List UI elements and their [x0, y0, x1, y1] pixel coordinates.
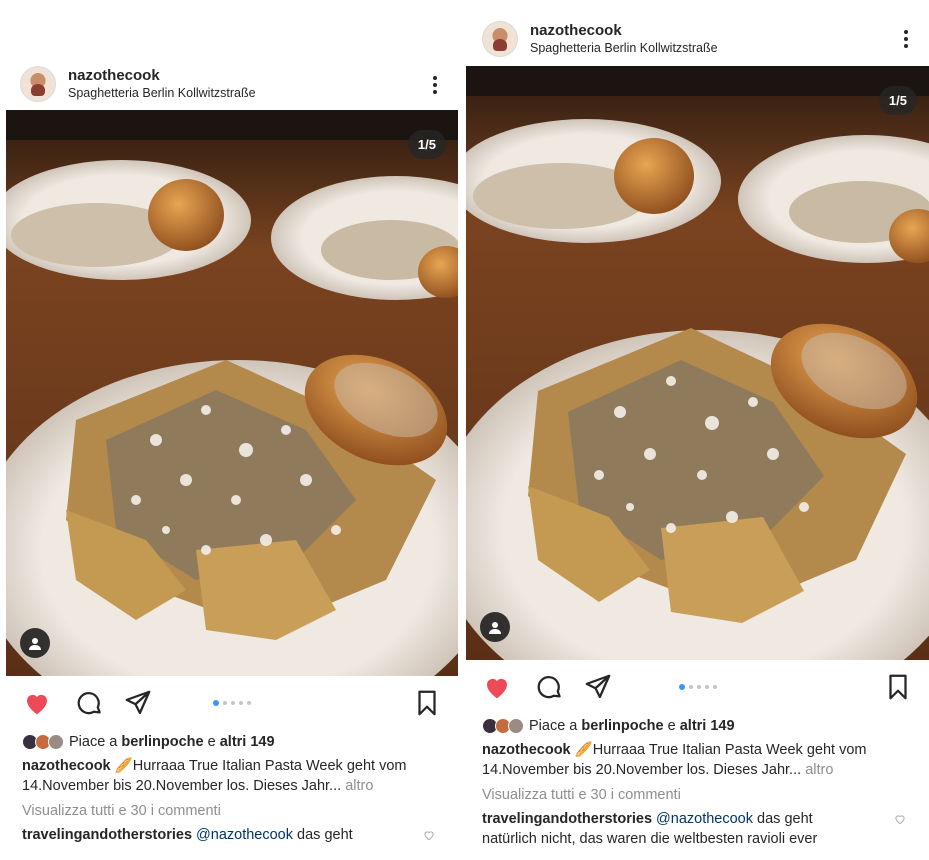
post-photo[interactable]: 1/5 — [466, 66, 929, 660]
post-header: nazothecook Spaghetteria Berlin Kollwitz… — [466, 12, 929, 66]
comment-text-continuation: natürlich nicht, das waren die weltbeste… — [482, 831, 818, 847]
location[interactable]: Spaghetteria Berlin Kollwitzstraße — [530, 41, 718, 55]
avatar[interactable] — [482, 21, 518, 57]
likes-conjunction: e — [207, 734, 216, 750]
action-bar — [6, 676, 458, 728]
send-icon[interactable] — [123, 688, 153, 718]
user-block: nazothecook Spaghetteria Berlin Kollwitz… — [68, 67, 256, 101]
comment-icon[interactable] — [534, 672, 564, 702]
action-bar — [466, 660, 929, 712]
caption-username[interactable]: nazothecook — [22, 758, 111, 774]
comment-username[interactable]: travelingandotherstories — [482, 811, 652, 827]
comment-icon[interactable] — [74, 688, 104, 718]
comment-text: das geht — [297, 827, 353, 843]
post-left: nazothecook Spaghetteria Berlin Kollwitz… — [6, 58, 458, 860]
username[interactable]: nazothecook — [68, 67, 256, 84]
view-all-comments-link[interactable]: Visualizza tutti e 30 i commenti — [482, 785, 913, 805]
comment: travelingandotherstories @nazothecook da… — [22, 825, 442, 845]
likes-others[interactable]: altri 149 — [680, 716, 735, 736]
liker-username[interactable]: berlinpoche — [121, 732, 203, 752]
post-photo[interactable]: 1/5 — [6, 110, 458, 676]
avatar[interactable] — [20, 66, 56, 102]
photo-counter: 1/5 — [878, 86, 917, 115]
view-all-comments-link[interactable]: Visualizza tutti e 30 i commenti — [22, 801, 442, 821]
food-photo — [6, 110, 458, 676]
likes-prefix: Piace a — [69, 734, 118, 750]
liker-avatars — [22, 734, 64, 750]
comment: travelingandotherstories @nazothecook da… — [482, 809, 913, 849]
more-icon[interactable] — [901, 27, 911, 51]
location[interactable]: Spaghetteria Berlin Kollwitzstraße — [68, 86, 256, 100]
username[interactable]: nazothecook — [530, 22, 718, 39]
post-meta: Piace a berlinpoche e altri 149 nazothec… — [6, 732, 458, 845]
user-tag-icon[interactable] — [480, 612, 510, 642]
comment-heart-icon[interactable] — [422, 828, 436, 842]
comment-text: das geht — [757, 811, 813, 827]
send-icon[interactable] — [583, 672, 613, 702]
save-icon[interactable] — [883, 672, 913, 702]
caption-text-line2: 14.November bis 20.November los. Dieses … — [482, 762, 802, 778]
comment-mention[interactable]: @nazothecook — [196, 827, 293, 843]
comment-mention[interactable]: @nazothecook — [656, 811, 753, 827]
caption-more-link[interactable]: altro — [805, 762, 833, 778]
post-meta: Piace a berlinpoche e altri 149 nazothec… — [466, 716, 929, 849]
carousel-dots — [213, 700, 251, 706]
food-photo — [466, 66, 929, 660]
post-header: nazothecook Spaghetteria Berlin Kollwitz… — [6, 58, 458, 110]
user-tag-icon[interactable] — [20, 628, 50, 658]
caption-text-line2: 14.November bis 20.November los. Dieses … — [22, 778, 342, 794]
carousel-dots — [678, 684, 717, 690]
likes-others[interactable]: altri 149 — [220, 732, 275, 752]
liker-username[interactable]: berlinpoche — [581, 716, 663, 736]
caption: nazothecook 🥖Hurraaa True Italian Pasta … — [22, 756, 442, 796]
likes-conjunction: e — [667, 718, 676, 734]
likes-line[interactable]: Piace a berlinpoche e altri 149 — [482, 716, 913, 736]
post-right: nazothecook Spaghetteria Berlin Kollwitz… — [466, 12, 929, 860]
caption-text-line1: Hurraaa True Italian Pasta Week geht vom — [592, 742, 867, 758]
comment-username[interactable]: travelingandotherstories — [22, 827, 192, 843]
heart-icon[interactable] — [22, 688, 52, 718]
caption-emoji: 🥖 — [114, 758, 133, 774]
save-icon[interactable] — [412, 688, 442, 718]
caption-more-link[interactable]: altro — [345, 778, 373, 794]
photo-counter: 1/5 — [407, 130, 446, 159]
more-icon[interactable] — [430, 73, 440, 97]
caption-text-line1: Hurraaa True Italian Pasta Week geht vom — [132, 758, 407, 774]
caption-username[interactable]: nazothecook — [482, 742, 571, 758]
user-block: nazothecook Spaghetteria Berlin Kollwitz… — [530, 22, 718, 56]
heart-icon[interactable] — [482, 672, 512, 702]
caption: nazothecook 🥖Hurraaa True Italian Pasta … — [482, 740, 913, 780]
caption-emoji: 🥖 — [574, 742, 593, 758]
likes-prefix: Piace a — [529, 718, 578, 734]
liker-avatars — [482, 718, 524, 734]
comment-heart-icon[interactable] — [893, 812, 907, 826]
likes-line[interactable]: Piace a berlinpoche e altri 149 — [22, 732, 442, 752]
